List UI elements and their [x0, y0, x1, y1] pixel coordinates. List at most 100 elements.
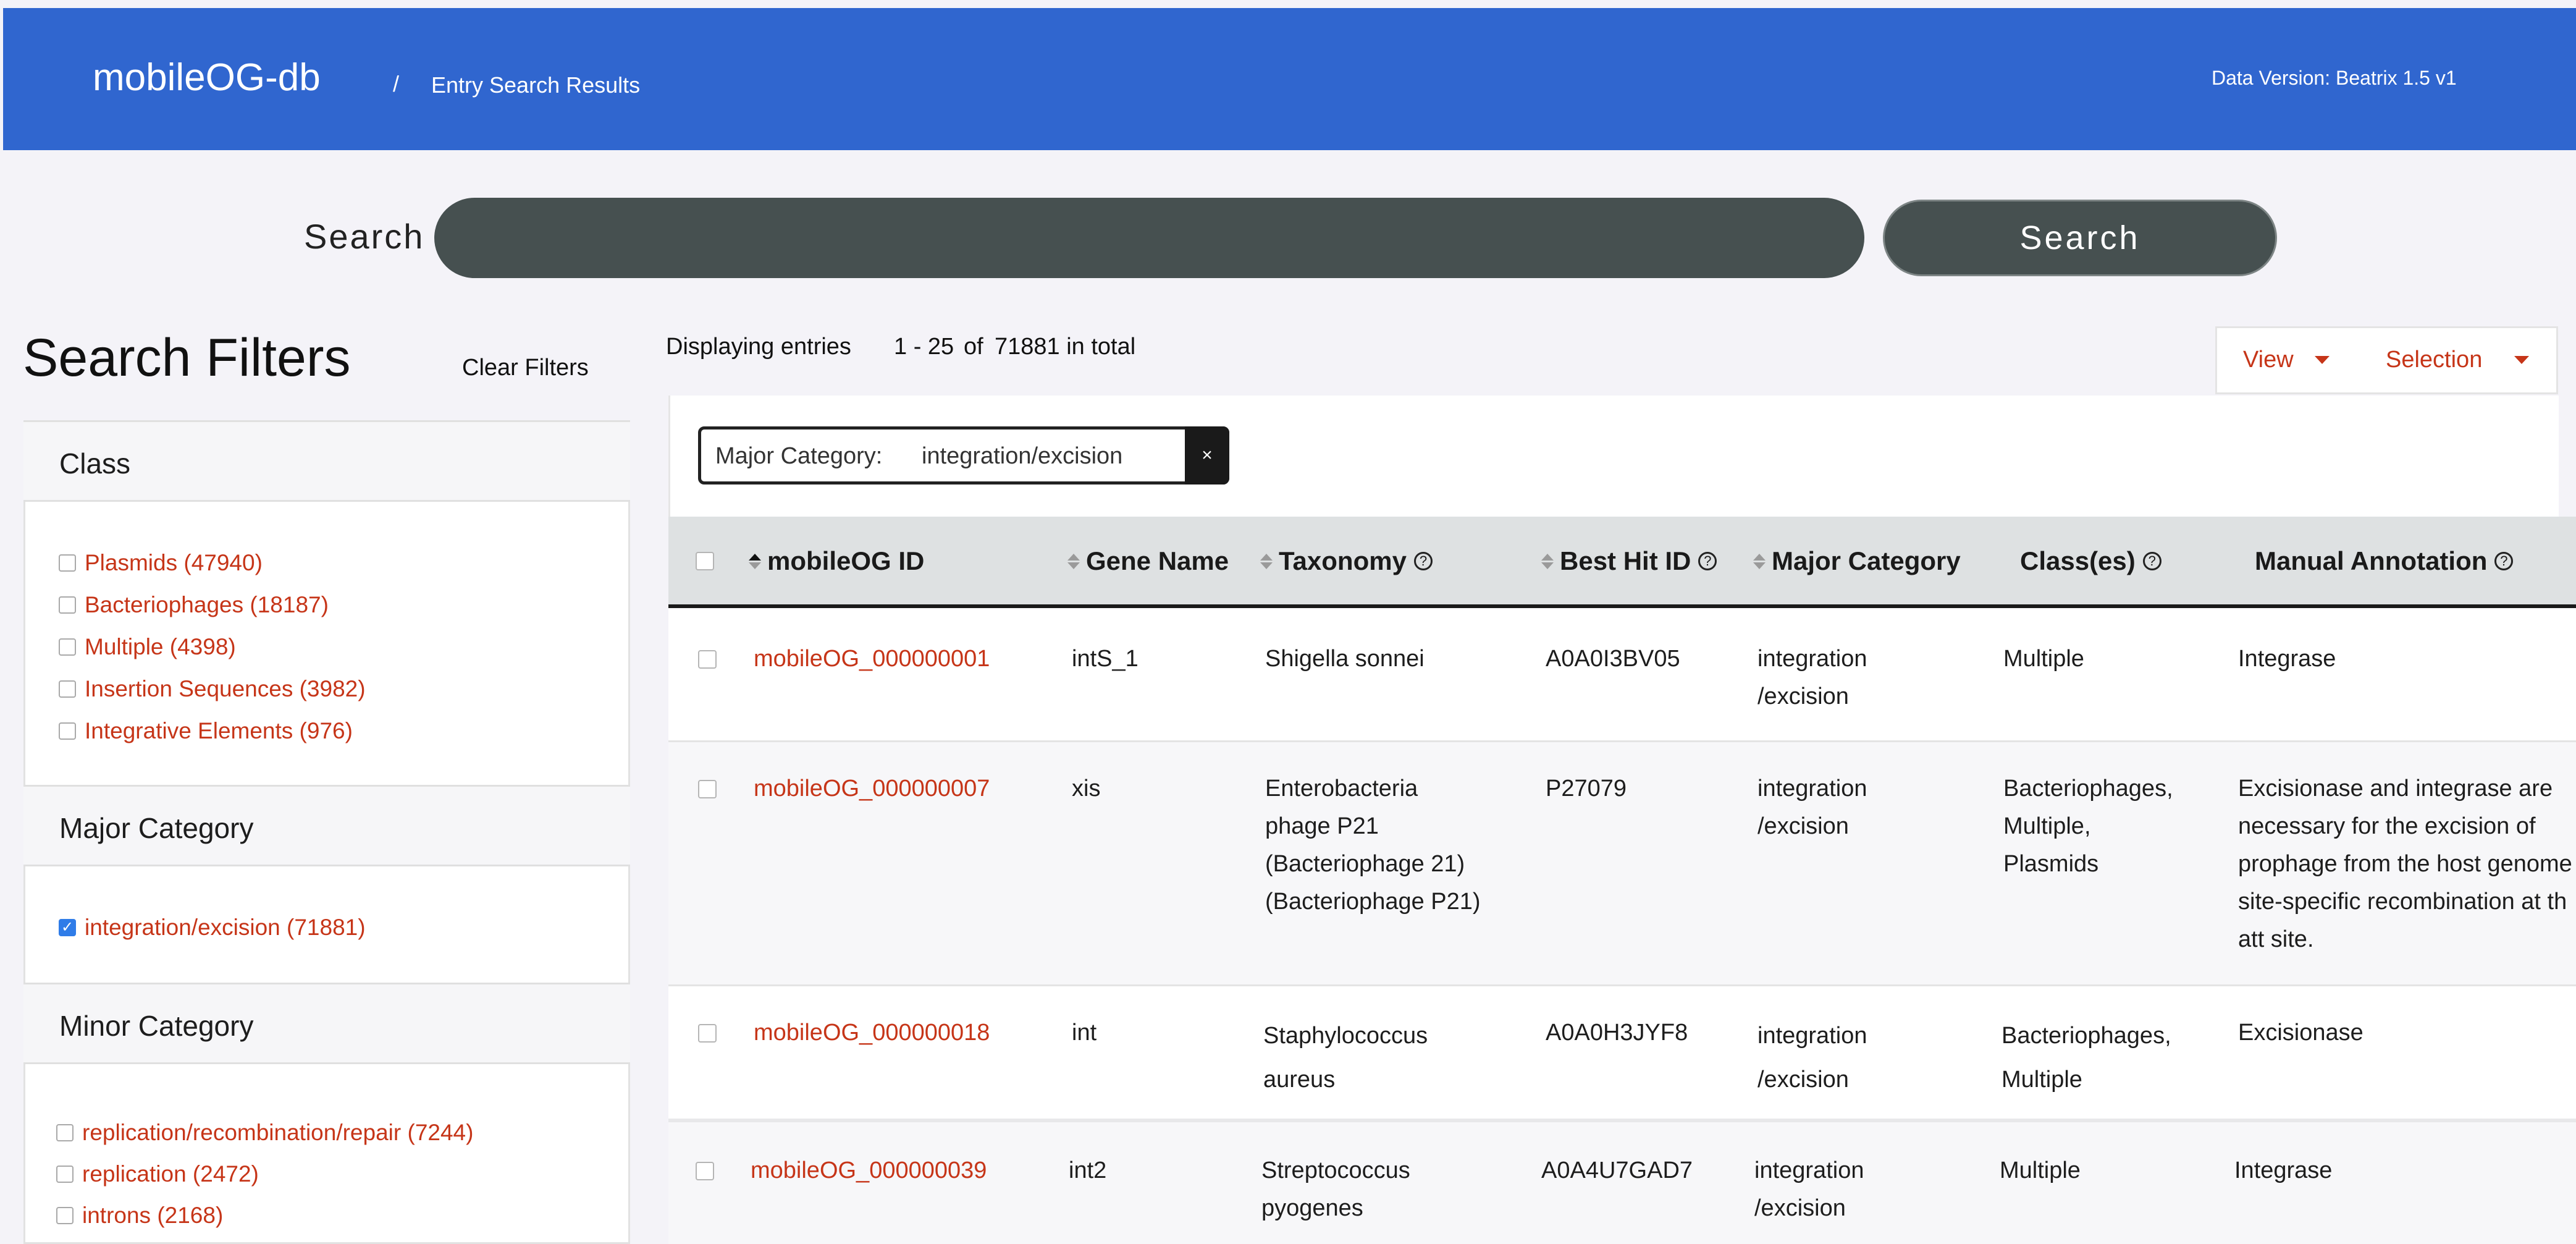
filter-group-class-title: Class	[59, 447, 131, 480]
filter-option-integration-excision[interactable]: ✓ integration/excision (71881)	[59, 915, 366, 941]
results-of-label: of	[964, 334, 983, 360]
checkbox[interactable]	[56, 1166, 74, 1183]
search-button[interactable]: Search	[1883, 200, 2277, 276]
checkbox-checked[interactable]: ✓	[59, 919, 76, 936]
sort-icon	[749, 553, 761, 569]
mobileog-id-link[interactable]: mobileOG_000000001	[754, 640, 990, 678]
help-icon[interactable]: ?	[2142, 552, 2161, 570]
cell-classes: Bacteriophages, Multiple	[2001, 1023, 2171, 1093]
mobileog-id-link[interactable]: mobileOG_000000018	[754, 1014, 990, 1052]
cell-taxonomy: Staphylococcus aureus	[1263, 1023, 1428, 1093]
cell-taxonomy: Shigella sonnei	[1265, 646, 1425, 672]
column-header-taxonomy[interactable]: Taxonomy ?	[1260, 546, 1433, 576]
selection-dropdown[interactable]: Selection	[2386, 347, 2482, 373]
cell-classes: Multiple	[2003, 646, 2084, 672]
cell-gene-name: int	[1072, 1020, 1097, 1046]
cell-best-hit-id: A0A0I3BV05	[1546, 646, 1680, 672]
filter-group-major-title: Major Category	[59, 812, 254, 844]
cell-best-hit-id: A0A4U7GAD7	[1541, 1157, 1693, 1183]
column-header-label: Best Hit ID	[1560, 546, 1691, 575]
filter-option-replication[interactable]: replication (2472)	[56, 1161, 259, 1187]
cell-classes: Multiple	[2000, 1157, 2081, 1183]
cell-best-hit-id: A0A0H3JYF8	[1546, 1020, 1688, 1046]
row-checkbox[interactable]	[698, 1024, 717, 1043]
mobileog-id-link[interactable]: mobileOG_000000007	[754, 770, 990, 808]
column-header-major-category[interactable]: Major Category	[1753, 546, 1961, 576]
data-version-label: Data Version: Beatrix 1.5 v1	[2212, 67, 2457, 89]
clear-filters-button[interactable]: Clear Filters	[462, 355, 589, 381]
checkbox[interactable]	[59, 680, 76, 698]
filter-option-multiple[interactable]: Multiple (4398)	[59, 634, 236, 660]
filter-option-insertion-sequences[interactable]: Insertion Sequences (3982)	[59, 676, 366, 702]
filter-group-major-header[interactable]: Major Category	[23, 785, 630, 866]
row-checkbox[interactable]	[698, 780, 717, 798]
cell-manual-annotation: Integrase	[2238, 646, 2336, 672]
sort-icon	[1753, 553, 1766, 569]
column-header-manual-annotation[interactable]: Manual Annotation ?	[2255, 546, 2514, 576]
filters-title: Search Filters	[23, 328, 351, 387]
mobileog-id-link[interactable]: mobileOG_000000039	[751, 1152, 987, 1190]
cell-major-category: integration /excision	[1754, 1157, 1864, 1221]
filter-group-class-header[interactable]: Class	[23, 420, 630, 502]
cell-major-category: integration /excision	[1757, 776, 1867, 839]
search-label: Search	[304, 217, 425, 256]
cell-best-hit-id: P27079	[1546, 776, 1627, 802]
checkbox[interactable]	[59, 722, 76, 740]
chevron-down-icon	[2514, 356, 2529, 364]
column-header-label: Taxonomy	[1279, 546, 1407, 575]
search-input[interactable]	[434, 198, 1864, 278]
remove-filter-close-icon[interactable]: ×	[1185, 426, 1229, 484]
help-icon[interactable]: ?	[1698, 552, 1717, 570]
checkbox[interactable]	[59, 638, 76, 656]
checkbox[interactable]	[59, 596, 76, 614]
filter-option-label: Integrative Elements (976)	[85, 718, 353, 743]
filter-group-minor-title: Minor Category	[59, 1010, 254, 1042]
help-icon[interactable]: ?	[1413, 552, 1433, 570]
view-dropdown[interactable]: View	[2243, 347, 2294, 373]
column-header-label: Gene Name	[1086, 546, 1229, 575]
breadcrumb-current-page: Entry Search Results	[431, 72, 641, 98]
column-header-best-hit-id[interactable]: Best Hit ID ?	[1541, 546, 1717, 576]
filter-option-label: replication/recombination/repair (7244)	[82, 1120, 474, 1145]
cell-classes: Bacteriophages, Multiple, Plasmids	[2003, 776, 2173, 877]
filter-option-replication-recombination-repair[interactable]: replication/recombination/repair (7244)	[56, 1120, 473, 1146]
cell-gene-name: intS_1	[1072, 646, 1139, 672]
column-header-label: mobileOG ID	[767, 546, 925, 575]
cell-taxonomy: Streptococcus pyogenes	[1261, 1157, 1410, 1221]
filter-option-label: replication (2472)	[82, 1161, 259, 1187]
cell-major-category: integration /excision	[1757, 1023, 1867, 1093]
cell-manual-annotation: Excisionase and integrase are necessary …	[2238, 776, 2572, 952]
cell-taxonomy: Enterobacteria phage P21 (Bacteriophage …	[1265, 776, 1481, 915]
app-title-link[interactable]: mobileOG-db	[93, 56, 321, 99]
active-filter-chip-value: integration/excision	[922, 443, 1123, 469]
active-filter-chip-label: Major Category:	[715, 443, 883, 469]
breadcrumb-separator: /	[393, 71, 400, 96]
displaying-entries-label: Displaying entries	[666, 334, 851, 360]
help-icon[interactable]: ?	[2494, 552, 2514, 570]
column-header-label: Manual Annotation	[2255, 546, 2488, 575]
filter-option-bacteriophages[interactable]: Bacteriophages (18187)	[59, 592, 329, 618]
row-checkbox[interactable]	[698, 650, 717, 669]
sort-icon	[1541, 553, 1554, 569]
filter-option-integrative-elements[interactable]: Integrative Elements (976)	[59, 718, 353, 744]
filter-option-introns[interactable]: introns (2168)	[56, 1203, 223, 1229]
checkbox[interactable]	[56, 1207, 74, 1224]
filter-option-plasmids[interactable]: Plasmids (47940)	[59, 550, 263, 576]
filter-option-label: Insertion Sequences (3982)	[85, 676, 366, 701]
column-header-label: Major Category	[1772, 546, 1961, 575]
cell-gene-name: xis	[1072, 776, 1101, 802]
filter-option-label: Plasmids (47940)	[85, 550, 263, 575]
column-header-gene-name[interactable]: Gene Name	[1067, 546, 1229, 576]
filter-group-minor-header[interactable]: Minor Category	[23, 983, 630, 1064]
results-total: 71881 in total	[995, 334, 1136, 360]
cell-manual-annotation: Excisionase	[2238, 1020, 2363, 1046]
checkbox[interactable]	[59, 554, 76, 572]
cell-gene-name: int2	[1069, 1157, 1107, 1183]
column-header-mobileog-id[interactable]: mobileOG ID	[749, 546, 924, 576]
column-header-classes[interactable]: Class(es) ?	[2020, 546, 2161, 576]
row-checkbox[interactable]	[696, 1162, 714, 1180]
select-all-checkbox[interactable]	[696, 552, 714, 570]
top-nav-bar	[3, 8, 2576, 150]
table-row	[668, 986, 2576, 1119]
checkbox[interactable]	[56, 1124, 74, 1141]
